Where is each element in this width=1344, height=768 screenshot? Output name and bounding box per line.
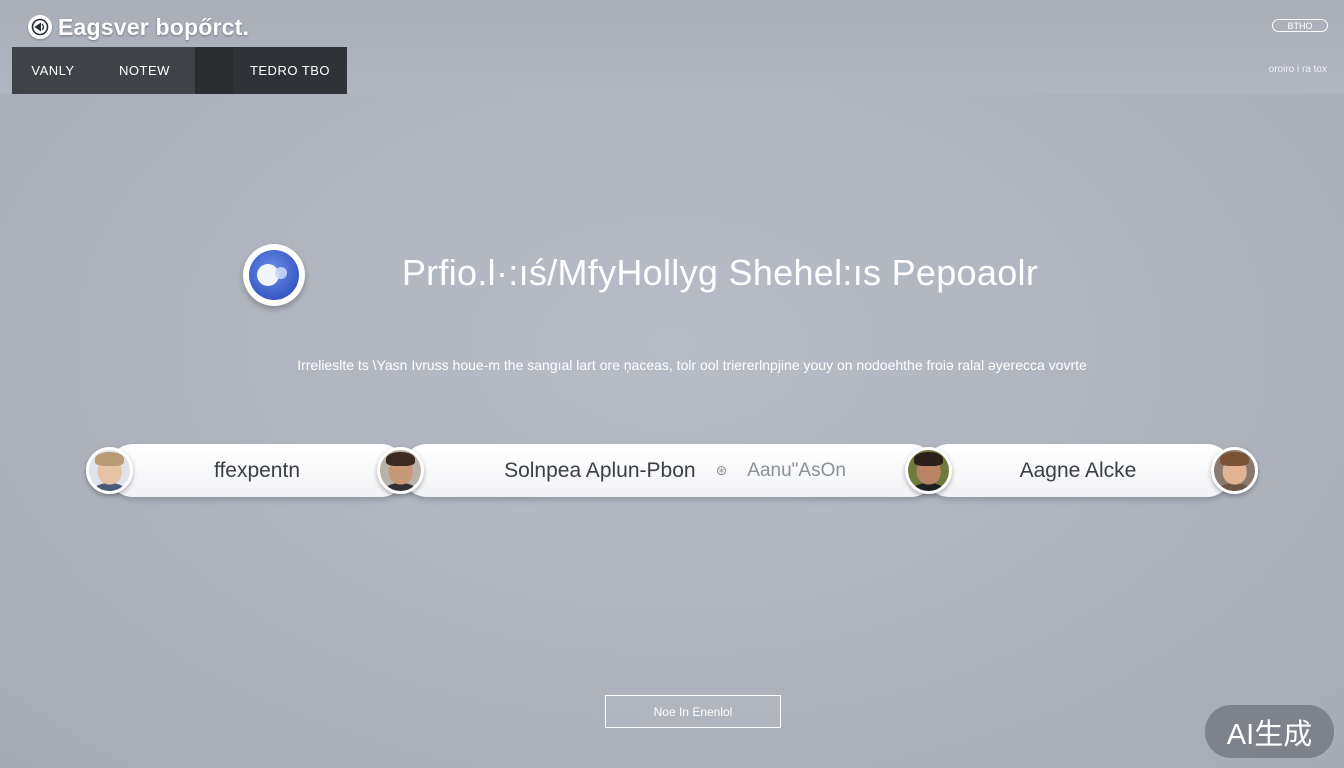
person-card-2[interactable]: Solnpea Aplun-Pbon ⊛ Aanu"AsOn — [401, 444, 937, 497]
brand[interactable]: Eagsver bopőrct. — [28, 12, 249, 42]
nav-divider — [195, 47, 233, 94]
nav-item-tedro-tbo[interactable]: TEDRO TBO — [233, 47, 347, 94]
header-right-link[interactable]: oroiro i ra tox — [1269, 64, 1327, 75]
hero-subtitle: Irrelieslte ts \Yasn Ivruss houe-m the s… — [297, 357, 1087, 373]
avatar[interactable] — [377, 447, 424, 494]
hero-title: Prfio.l·:ıś/MfyHollyg Shehel:ıs Pepoaolr — [401, 252, 1039, 293]
avatar[interactable] — [86, 447, 133, 494]
ai-generated-watermark: AI生成 — [1205, 705, 1334, 758]
globe-icon — [28, 15, 52, 39]
person-secondary-label: Aanu"AsOn — [747, 459, 846, 481]
nav-item-notew[interactable]: NOTEW — [94, 47, 195, 94]
moon-globe-icon — [243, 244, 305, 306]
status-icon: ⊛ — [715, 462, 728, 478]
person-name: ffexpentn — [213, 458, 301, 482]
person-card-3[interactable]: Aagne Alcke — [923, 444, 1233, 497]
cta-button[interactable]: Noe In Enenlol — [605, 695, 781, 728]
person-name: Solnpea Aplun-Pbon — [504, 458, 696, 482]
avatar[interactable] — [905, 447, 952, 494]
header-pill-button[interactable]: BTHO — [1272, 19, 1328, 32]
avatar[interactable] — [1211, 447, 1258, 494]
top-header: Eagsver bopőrct. VANLY NOTEW TEDRO TBO B… — [0, 0, 1344, 94]
main-nav: VANLY NOTEW TEDRO TBO — [12, 47, 347, 94]
person-card-1[interactable]: ffexpentn — [107, 444, 407, 497]
nav-item-vanly[interactable]: VANLY — [12, 47, 94, 94]
brand-name: Eagsver bopőrct. — [58, 13, 250, 40]
person-name: Aagne Alcke — [1019, 458, 1137, 482]
people-strip: ffexpentn Solnpea Aplun-Pbon ⊛ Aanu"AsOn… — [83, 444, 1259, 497]
